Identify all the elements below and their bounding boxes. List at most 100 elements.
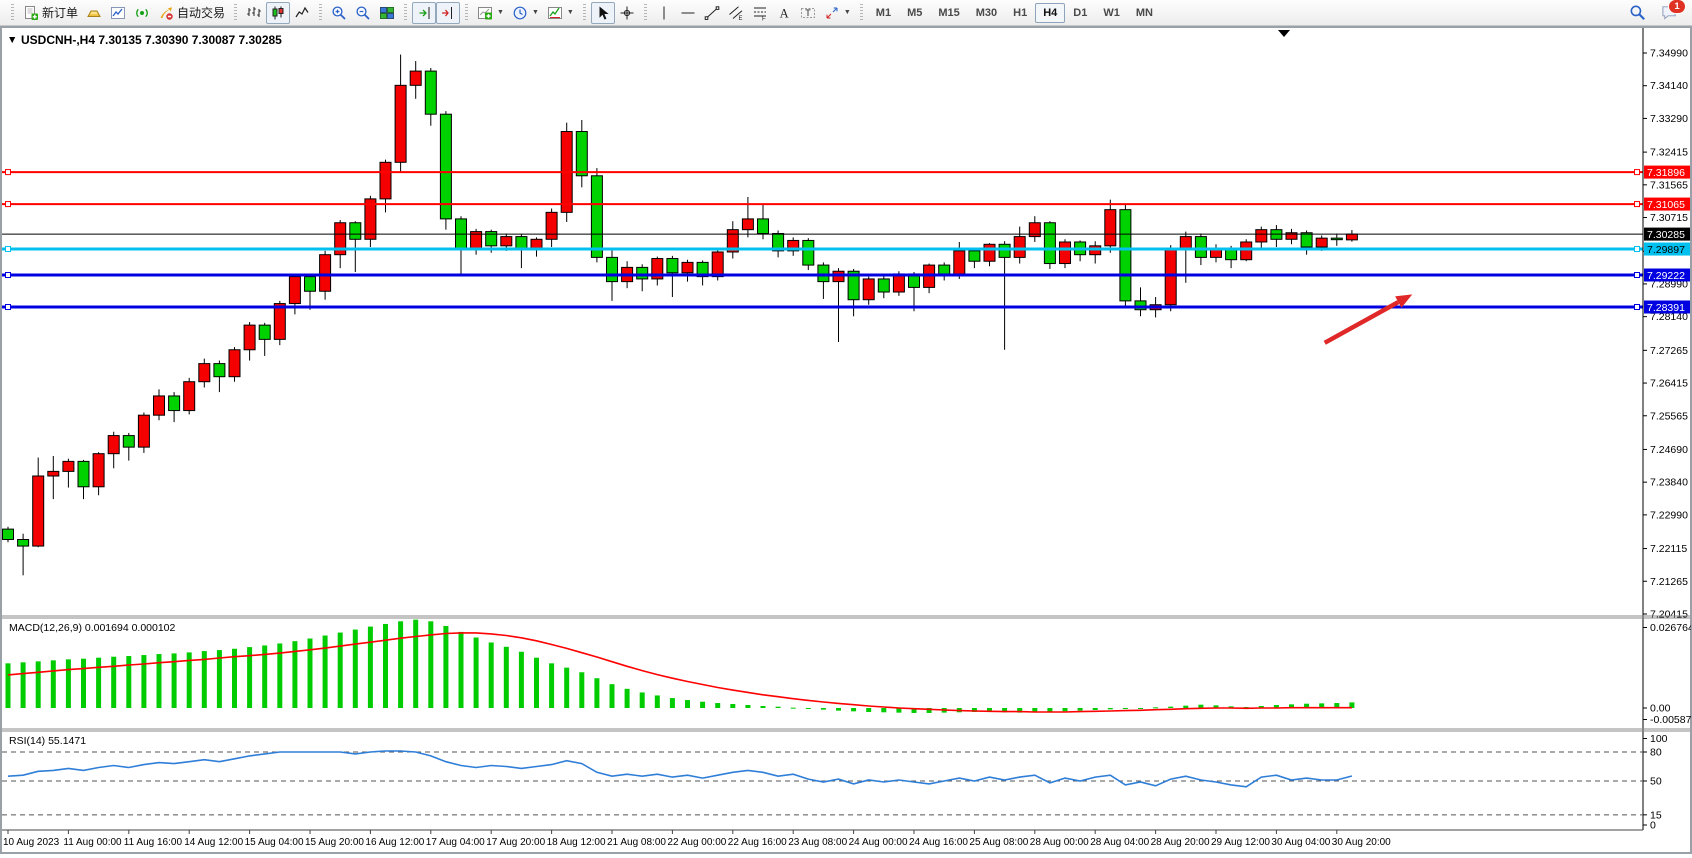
zoom-out-button[interactable] — [351, 2, 375, 24]
toolbar-grip — [319, 4, 322, 21]
new-order-button[interactable]: 新订单 — [19, 2, 82, 24]
linechart-icon — [294, 5, 310, 21]
candle-chart-button[interactable] — [266, 2, 290, 24]
timeframe-w1-button[interactable]: W1 — [1095, 3, 1128, 23]
textT-icon: T — [800, 5, 816, 21]
horizontal-line-7.31896[interactable] — [2, 170, 1643, 175]
line-handle[interactable] — [1635, 273, 1640, 278]
channel-button[interactable]: E — [724, 2, 748, 24]
timeframe-m1-button[interactable]: M1 — [868, 3, 899, 23]
line-handle[interactable] — [6, 202, 11, 207]
indicators-icon — [477, 5, 493, 21]
svg-text:7.21265: 7.21265 — [1650, 576, 1688, 588]
templates-button[interactable]: ▼ — [543, 2, 578, 24]
arrows-button[interactable]: ▼ — [820, 2, 855, 24]
toolbar-grip — [860, 4, 863, 21]
fibo-icon: F — [752, 5, 768, 21]
zoom-in-icon — [331, 5, 347, 21]
timeframe-h1-button[interactable]: H1 — [1005, 3, 1035, 23]
chart-title: ▼ USDCNH-,H4 7.30135 7.30390 7.30087 7.30… — [7, 33, 282, 47]
search-button[interactable] — [1626, 2, 1648, 24]
text-label-button[interactable]: T — [796, 2, 820, 24]
timeframe-h4-button[interactable]: H4 — [1035, 3, 1065, 23]
bars-icon — [246, 5, 262, 21]
time-axis[interactable]: 10 Aug 202311 Aug 00:0011 Aug 16:0014 Au… — [3, 830, 1391, 848]
svg-text:24 Aug 16:00: 24 Aug 16:00 — [909, 837, 968, 848]
auto-scroll-button[interactable] — [412, 2, 436, 24]
horizontal-line-7.29897[interactable] — [2, 247, 1643, 252]
svg-text:7.33290: 7.33290 — [1650, 113, 1688, 125]
svg-text:0.00: 0.00 — [1650, 703, 1671, 715]
current-price-badge: 7.30285 — [1644, 228, 1690, 241]
new-order-button-label: 新订单 — [42, 4, 78, 21]
timeframe-m5-button[interactable]: M5 — [899, 3, 930, 23]
line-handle[interactable] — [6, 170, 11, 175]
horizontal-line-button[interactable] — [676, 2, 700, 24]
gold-button[interactable] — [82, 2, 106, 24]
signals-button[interactable] — [130, 2, 154, 24]
line-handle[interactable] — [1635, 304, 1640, 309]
vline-icon — [656, 5, 672, 21]
chart-shift-button[interactable] — [436, 2, 460, 24]
svg-text:USDCNH-,H4 7.30135 7.30390 7.: USDCNH-,H4 7.30135 7.30390 7.30087 7.302… — [21, 33, 282, 47]
crosshair-button[interactable] — [615, 2, 639, 24]
svg-text:0: 0 — [1650, 820, 1656, 832]
periods-button[interactable]: ▼ — [508, 2, 543, 24]
svg-text:7.28391: 7.28391 — [1647, 302, 1685, 314]
notifications-button[interactable]: 1 — [1658, 2, 1680, 24]
notification-badge: 1 — [1668, 0, 1686, 14]
trendline-button[interactable] — [700, 2, 724, 24]
svg-text:7.32415: 7.32415 — [1650, 147, 1688, 159]
indicators-button[interactable]: ▼ — [473, 2, 508, 24]
cursor-button[interactable] — [591, 2, 615, 24]
line-handle[interactable] — [1635, 170, 1640, 175]
trendline-icon — [704, 5, 720, 21]
line-handle[interactable] — [1635, 202, 1640, 207]
fibonacci-button[interactable]: F — [748, 2, 772, 24]
svg-text:50: 50 — [1650, 776, 1662, 788]
svg-text:25 Aug 08:00: 25 Aug 08:00 — [969, 837, 1028, 848]
svg-text:A: A — [779, 6, 788, 20]
svg-text:7.27265: 7.27265 — [1650, 345, 1688, 357]
autoscroll-icon — [416, 5, 432, 21]
bar-chart-button[interactable] — [242, 2, 266, 24]
rsi-pane: RSI(14) 55.14711008050150 — [2, 733, 1668, 832]
svg-text:7.30715: 7.30715 — [1650, 212, 1688, 224]
svg-text:10 Aug 2023: 10 Aug 2023 — [3, 837, 60, 848]
svg-text:7.34140: 7.34140 — [1650, 80, 1688, 92]
timeframe-m15-button[interactable]: M15 — [930, 3, 967, 23]
text-button[interactable]: A — [772, 2, 796, 24]
toolbar-grip — [11, 4, 14, 21]
zoom-in-button[interactable] — [327, 2, 351, 24]
svg-text:7.29897: 7.29897 — [1647, 244, 1685, 256]
line-handle[interactable] — [6, 304, 11, 309]
horizontal-line-7.31065[interactable] — [2, 202, 1643, 207]
svg-text:11 Aug 16:00: 11 Aug 16:00 — [124, 837, 183, 848]
toolbar-right-group: 1 — [1626, 2, 1686, 24]
chevron-down-icon: ▼ — [532, 9, 539, 16]
svg-text:15 Aug 04:00: 15 Aug 04:00 — [245, 837, 304, 848]
svg-text:28 Aug 00:00: 28 Aug 00:00 — [1030, 837, 1089, 848]
template-icon — [547, 5, 563, 21]
main-price-pane — [2, 55, 1643, 576]
chart-shift-marker[interactable] — [1278, 30, 1290, 37]
arrows-icon — [824, 5, 840, 21]
timeframe-mn-button[interactable]: MN — [1128, 3, 1161, 23]
svg-text:▼: ▼ — [7, 34, 17, 46]
trend-arrow-annotation[interactable] — [1325, 294, 1413, 342]
svg-text:100: 100 — [1650, 733, 1668, 745]
timeframe-d1-button[interactable]: D1 — [1065, 3, 1095, 23]
line-handle[interactable] — [1635, 247, 1640, 252]
svg-text:16 Aug 12:00: 16 Aug 12:00 — [365, 837, 424, 848]
vertical-line-button[interactable] — [652, 2, 676, 24]
svg-text:7.20415: 7.20415 — [1650, 608, 1688, 620]
line-handle[interactable] — [6, 273, 11, 278]
charts-window-button[interactable] — [106, 2, 130, 24]
autotrade-button[interactable]: 自动交易 — [154, 2, 229, 24]
chartshift-icon — [440, 5, 456, 21]
timeframe-m30-button[interactable]: M30 — [968, 3, 1005, 23]
line-handle[interactable] — [6, 247, 11, 252]
line-chart-button[interactable] — [290, 2, 314, 24]
tile-windows-button[interactable] — [375, 2, 399, 24]
svg-text:7.31065: 7.31065 — [1647, 199, 1685, 211]
